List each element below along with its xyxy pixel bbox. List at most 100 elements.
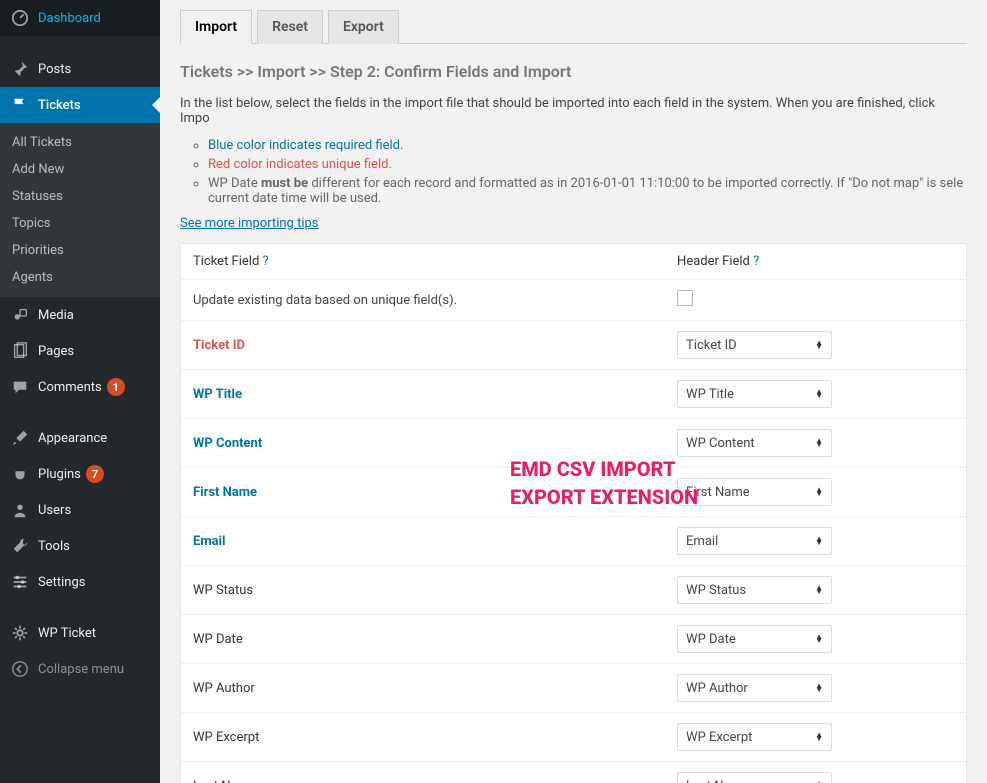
sidebar-item-posts[interactable]: Posts bbox=[0, 51, 160, 87]
submenu-statuses[interactable]: Statuses bbox=[0, 183, 160, 210]
page-icon bbox=[10, 341, 30, 361]
sidebar-item-media[interactable]: Media bbox=[0, 297, 160, 333]
select-value: WP Status bbox=[686, 583, 746, 598]
sidebar-label: Settings bbox=[38, 575, 85, 590]
chevron-updown-icon: ▲▼ bbox=[815, 488, 823, 496]
brush-icon bbox=[10, 428, 30, 448]
submenu-add-new[interactable]: Add New bbox=[0, 156, 160, 183]
chevron-updown-icon: ▲▼ bbox=[815, 537, 823, 545]
header-field-select[interactable]: WP Status ▲▼ bbox=[677, 576, 832, 604]
update-row: Update existing data based on unique fie… bbox=[181, 280, 967, 321]
header-field-select[interactable]: WP Excerpt ▲▼ bbox=[677, 723, 832, 751]
table-row: WP Author WP Author ▲▼ bbox=[181, 664, 967, 713]
table-row: WP Date WP Date ▲▼ bbox=[181, 615, 967, 664]
header-field-select[interactable]: WP Content ▲▼ bbox=[677, 429, 832, 457]
sidebar-item-tools[interactable]: Tools bbox=[0, 528, 160, 564]
header-field-select[interactable]: WP Date ▲▼ bbox=[677, 625, 832, 653]
table-row: Last NameLast Name▲▼ bbox=[181, 762, 967, 783]
chevron-updown-icon: ▲▼ bbox=[815, 684, 823, 692]
sidebar-collapse[interactable]: Collapse menu bbox=[0, 651, 160, 687]
select-value: Last Name bbox=[686, 779, 749, 783]
chevron-updown-icon: ▲▼ bbox=[815, 439, 823, 447]
sidebar-item-settings[interactable]: Settings bbox=[0, 564, 160, 600]
table-row: First Name First Name▲▼ bbox=[181, 468, 967, 517]
gear-icon bbox=[10, 623, 30, 643]
table-row: WP Content WP Content ▲▼ bbox=[181, 419, 967, 468]
sidebar-item-wp-ticket[interactable]: WP Ticket bbox=[0, 615, 160, 651]
page-title: Tickets >> Import >> Step 2: Confirm Fie… bbox=[180, 62, 967, 81]
chevron-updown-icon: ▲▼ bbox=[815, 635, 823, 643]
sidebar-label: WP Ticket bbox=[38, 626, 96, 641]
field-label: WP Author bbox=[193, 681, 255, 696]
field-label: WP Content bbox=[193, 436, 262, 451]
tab-import[interactable]: Import bbox=[180, 10, 252, 44]
sidebar-label: Dashboard bbox=[38, 11, 101, 26]
submenu-topics[interactable]: Topics bbox=[0, 210, 160, 237]
submenu-priorities[interactable]: Priorities bbox=[0, 237, 160, 264]
field-label: First Name bbox=[193, 485, 257, 500]
select-value: WP Content bbox=[686, 436, 755, 451]
tab-reset[interactable]: Reset bbox=[257, 10, 323, 44]
field-label: Ticket ID bbox=[193, 338, 245, 353]
sidebar-item-plugins[interactable]: Plugins 7 bbox=[0, 456, 160, 492]
header-field-select[interactable]: Ticket ID▲▼ bbox=[677, 331, 832, 359]
sidebar-item-appearance[interactable]: Appearance bbox=[0, 420, 160, 456]
select-value: WP Excerpt bbox=[686, 730, 752, 745]
th-header-field: Header Field ? bbox=[665, 244, 966, 280]
select-value: WP Author bbox=[686, 681, 748, 696]
collapse-icon bbox=[10, 659, 30, 679]
sidebar-item-dashboard[interactable]: Dashboard bbox=[0, 0, 160, 36]
submenu-all-tickets[interactable]: All Tickets bbox=[0, 129, 160, 156]
chevron-updown-icon: ▲▼ bbox=[815, 390, 823, 398]
sidebar-label: Collapse menu bbox=[38, 662, 124, 677]
sidebar-item-users[interactable]: Users bbox=[0, 492, 160, 528]
field-label: WP Status bbox=[193, 583, 253, 598]
submenu-agents[interactable]: Agents bbox=[0, 264, 160, 291]
header-field-select[interactable]: WP Author ▲▼ bbox=[677, 674, 832, 702]
user-icon bbox=[10, 500, 30, 520]
select-value: Email bbox=[686, 534, 718, 549]
admin-sidebar: Dashboard Posts Tickets All Tickets Add … bbox=[0, 0, 160, 783]
select-value: WP Date bbox=[686, 632, 736, 647]
sidebar-item-comments[interactable]: Comments 1 bbox=[0, 369, 160, 405]
sliders-icon bbox=[10, 572, 30, 592]
help-icon[interactable]: ? bbox=[263, 254, 269, 269]
table-row: EmailEmail ▲▼ bbox=[181, 517, 967, 566]
help-icon[interactable]: ? bbox=[753, 254, 759, 269]
field-label: Last Name bbox=[193, 779, 256, 783]
sidebar-item-pages[interactable]: Pages bbox=[0, 333, 160, 369]
sidebar-item-tickets[interactable]: Tickets bbox=[0, 87, 160, 123]
note-unique: Red color indicates unique field. bbox=[208, 157, 967, 172]
sidebar-label: Appearance bbox=[38, 431, 107, 446]
header-field-select[interactable]: WP Title▲▼ bbox=[677, 380, 832, 408]
note-date: WP Date must be different for each recor… bbox=[208, 176, 967, 206]
field-mapping-table: Ticket Field ? Header Field ? Update exi… bbox=[180, 243, 967, 783]
comment-icon bbox=[10, 377, 30, 397]
field-label: WP Date bbox=[193, 632, 243, 647]
tips-link[interactable]: See more importing tips bbox=[180, 216, 319, 231]
sidebar-label: Pages bbox=[38, 344, 74, 359]
dashboard-icon bbox=[10, 8, 30, 28]
tab-export[interactable]: Export bbox=[328, 10, 399, 44]
pin-icon bbox=[10, 59, 30, 79]
update-label: Update existing data based on unique fie… bbox=[181, 280, 666, 321]
table-row: Ticket ID Ticket ID▲▼ bbox=[181, 321, 967, 370]
update-checkbox[interactable] bbox=[677, 290, 693, 306]
th-ticket-field: Ticket Field ? bbox=[181, 244, 666, 280]
tickets-submenu: All Tickets Add New Statuses Topics Prio… bbox=[0, 123, 160, 297]
table-row: WP Status WP Status ▲▼ bbox=[181, 566, 967, 615]
chevron-updown-icon: ▲▼ bbox=[815, 586, 823, 594]
instructions-text: In the list below, select the fields in … bbox=[180, 96, 967, 126]
field-label: WP Title bbox=[193, 387, 242, 402]
table-row: WP Excerpt WP Excerpt ▲▼ bbox=[181, 713, 967, 762]
comments-badge: 1 bbox=[107, 378, 125, 396]
header-field-select[interactable]: First Name▲▼ bbox=[677, 478, 832, 506]
wrench-icon bbox=[10, 536, 30, 556]
header-field-select[interactable]: Last Name▲▼ bbox=[677, 772, 832, 783]
header-field-select[interactable]: Email ▲▼ bbox=[677, 527, 832, 555]
field-label: WP Excerpt bbox=[193, 730, 259, 745]
sidebar-label: Media bbox=[38, 308, 74, 323]
chevron-updown-icon: ▲▼ bbox=[815, 341, 823, 349]
chevron-updown-icon: ▲▼ bbox=[815, 733, 823, 741]
sidebar-label: Users bbox=[38, 503, 71, 518]
